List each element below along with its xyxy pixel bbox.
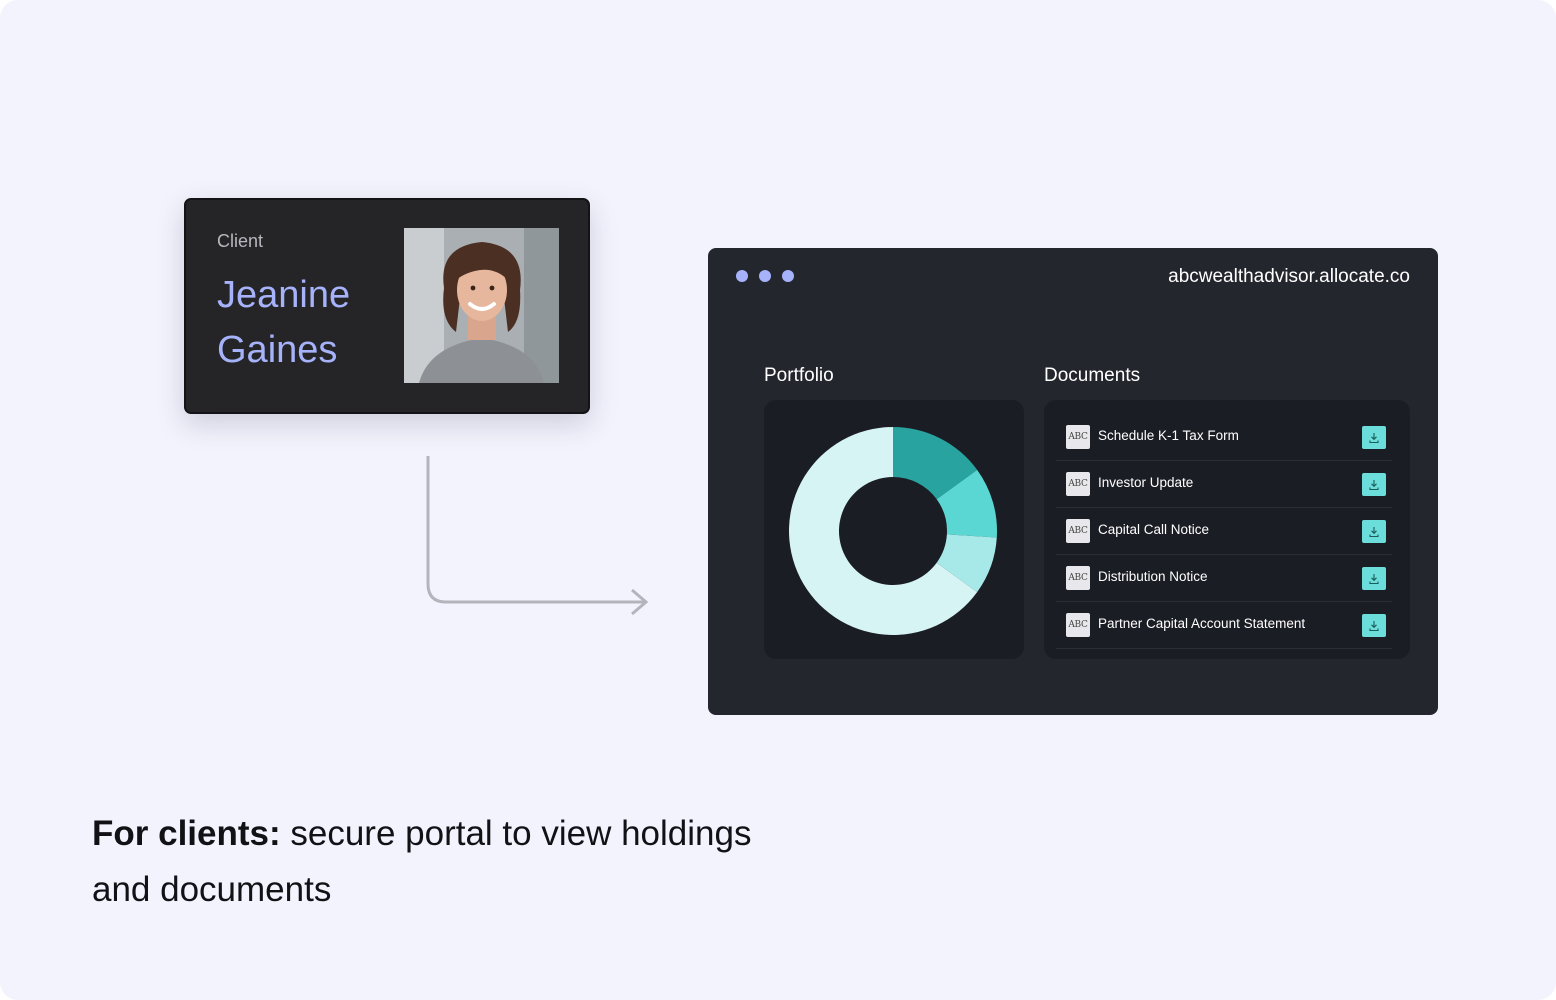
document-name: Investor Update [1098, 475, 1194, 490]
file-icon: ABC [1066, 472, 1090, 496]
download-icon[interactable] [1362, 520, 1386, 543]
document-name: Distribution Notice [1098, 569, 1208, 584]
download-icon[interactable] [1362, 614, 1386, 637]
window-dot[interactable] [782, 270, 794, 282]
file-icon: ABC [1066, 613, 1090, 637]
document-name: Schedule K-1 Tax Form [1098, 428, 1239, 443]
download-icon[interactable] [1362, 567, 1386, 590]
window-dot[interactable] [736, 270, 748, 282]
documents-title: Documents [1044, 365, 1141, 386]
file-icon: ABC [1066, 566, 1090, 590]
window-controls [736, 270, 794, 282]
url-text: abcwealthadvisor.allocate.co [1168, 266, 1410, 287]
document-list: ABC Schedule K-1 Tax Form ABC Investor U… [1056, 414, 1392, 649]
documents-panel: ABC Schedule K-1 Tax Form ABC Investor U… [1044, 400, 1410, 659]
document-item[interactable]: ABC Schedule K-1 Tax Form [1056, 414, 1392, 461]
caption-bold: For clients: [92, 814, 281, 853]
connector-arrow [426, 456, 649, 616]
client-first-name: Jeanine [217, 274, 351, 316]
client-label: Client [217, 231, 264, 251]
caption: For clients: secure portal to view holdi… [92, 806, 812, 918]
portfolio-donut-chart [789, 427, 997, 635]
portal-window: abcwealthadvisor.allocate.co Portfolio D… [708, 248, 1438, 715]
portfolio-title: Portfolio [764, 365, 834, 386]
client-last-name: Gaines [217, 329, 338, 371]
document-item[interactable]: ABC Partner Capital Account Statement [1056, 602, 1392, 649]
document-name: Partner Capital Account Statement [1098, 616, 1306, 631]
client-avatar [404, 228, 559, 383]
document-name: Capital Call Notice [1098, 522, 1210, 537]
page: Client Jeanine Gaines abcwealthadvisor.a… [0, 0, 1556, 1000]
download-icon[interactable] [1362, 473, 1386, 496]
document-item[interactable]: ABC Distribution Notice [1056, 555, 1392, 602]
document-item[interactable]: ABC Capital Call Notice [1056, 508, 1392, 555]
client-card: Client Jeanine Gaines [184, 198, 590, 414]
window-dot[interactable] [759, 270, 771, 282]
file-icon: ABC [1066, 519, 1090, 543]
file-icon: ABC [1066, 425, 1090, 449]
client-name: Jeanine Gaines [217, 268, 387, 378]
portfolio-panel [764, 400, 1024, 659]
download-icon[interactable] [1362, 426, 1386, 449]
document-item[interactable]: ABC Investor Update [1056, 461, 1392, 508]
